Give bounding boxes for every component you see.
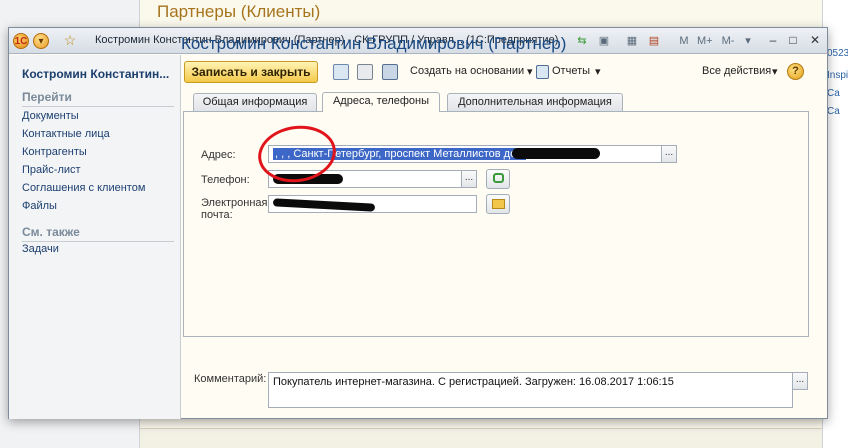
favorite-star-icon[interactable]: ☆: [62, 33, 78, 49]
envelope-icon: [492, 199, 505, 209]
nav-item-agreements[interactable]: Соглашения с клиентом: [22, 182, 145, 194]
address-label: Адрес:: [201, 149, 236, 161]
nav-item-contacts[interactable]: Контактные лица: [22, 128, 110, 140]
redaction-scribble: [512, 148, 600, 159]
memory-m-button[interactable]: M: [677, 33, 691, 49]
bookmark-icon[interactable]: ▣: [597, 33, 611, 49]
send-email-button[interactable]: [486, 194, 510, 214]
all-actions-button[interactable]: Все действия: [702, 65, 771, 77]
comment-label: Комментарий:: [194, 373, 267, 385]
nav-item-counterparties[interactable]: Контрагенты: [22, 146, 87, 158]
nav-section-go: Перейти: [22, 90, 72, 104]
background-page-title: Партнеры (Клиенты): [157, 2, 321, 21]
call-button[interactable]: [486, 169, 510, 189]
minimize-button[interactable]: –: [765, 32, 781, 48]
form-title: Костромин Константин Владимирович (Партн…: [181, 34, 567, 53]
save-icon[interactable]: [333, 64, 349, 80]
nav-item-files[interactable]: Файлы: [22, 200, 57, 212]
save-and-close-button[interactable]: Записать и закрыть: [184, 61, 318, 83]
background-fragment: Inspi: [827, 70, 848, 81]
phone-label: Телефон:: [201, 174, 250, 186]
1c-logo-icon[interactable]: 1С: [13, 33, 29, 49]
chevron-down-icon[interactable]: ▾: [527, 65, 533, 78]
phone-select-button[interactable]: ...: [461, 170, 477, 188]
comment-field[interactable]: Покупатель интернет-магазина. С регистра…: [268, 372, 793, 408]
chevron-down-icon[interactable]: ▾: [772, 65, 778, 78]
divider: [22, 106, 174, 107]
help-icon[interactable]: ?: [787, 63, 804, 80]
nav-item-tasks[interactable]: Задачи: [22, 243, 59, 255]
toolbar-dropdown-icon[interactable]: ▾: [741, 33, 755, 49]
memory-add-button[interactable]: M+: [697, 33, 713, 49]
email-label-line1: Электронная: [201, 197, 268, 209]
tab-addresses-phones[interactable]: Адреса, телефоны: [322, 92, 440, 112]
chevron-down-icon[interactable]: ▾: [595, 65, 601, 78]
tab-additional-info[interactable]: Дополнительная информация: [447, 93, 623, 111]
calendar-icon[interactable]: ▤: [647, 33, 661, 49]
background-fragment: 0523: [827, 48, 848, 59]
nav-item-price-list[interactable]: Прайс-лист: [22, 164, 81, 176]
close-button[interactable]: ✕: [807, 32, 823, 48]
calculator-icon[interactable]: ▦: [625, 33, 639, 49]
back-arrow-icon[interactable]: ⇆: [575, 33, 589, 49]
phone-call-icon: [493, 173, 504, 183]
main-menu-icon[interactable]: ▾: [33, 33, 49, 49]
background-fragment: Ca: [827, 106, 840, 117]
background-fragment: Ca: [827, 88, 840, 99]
nav-item-documents[interactable]: Документы: [22, 110, 79, 122]
reports-icon[interactable]: [536, 65, 549, 79]
nav-section-see-also: См. также: [22, 225, 80, 239]
form-toolbar: Записать и закрыть Создать на основании …: [181, 61, 809, 83]
address-select-button[interactable]: ...: [661, 145, 677, 163]
tab-general-info[interactable]: Общая информация: [193, 93, 317, 111]
list-icon[interactable]: [357, 64, 373, 80]
navigation-panel: Костромин Константин... Перейти Документ…: [9, 55, 181, 419]
print-icon[interactable]: [382, 64, 398, 80]
background-footer: [140, 428, 822, 448]
memory-subtract-button[interactable]: M-: [721, 33, 735, 49]
email-label-line2: почта:: [201, 209, 233, 221]
nav-heading[interactable]: Костромин Константин...: [22, 67, 174, 81]
maximize-button[interactable]: □: [785, 32, 801, 48]
comment-edit-button[interactable]: ...: [792, 372, 808, 390]
reports-button[interactable]: Отчеты: [552, 65, 590, 77]
create-based-on-button[interactable]: Создать на основании: [410, 65, 524, 77]
divider: [22, 241, 174, 242]
